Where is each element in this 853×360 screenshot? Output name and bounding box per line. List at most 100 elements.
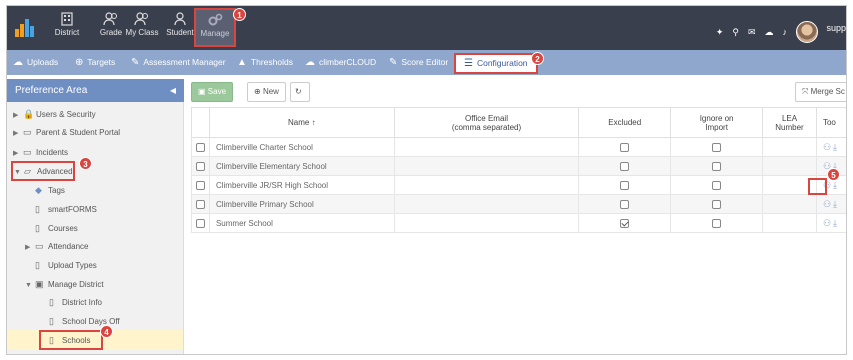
hierarchy-icon[interactable]: ⚇ [823, 218, 833, 228]
file-icon: ▯ [35, 223, 40, 233]
lea-cell[interactable] [762, 194, 817, 214]
download-icon[interactable]: ⤓ [833, 142, 839, 152]
school-name-cell[interactable]: Climberville Elementary School [208, 156, 395, 176]
table-row[interactable]: Climberville Elementary School ⚇⤓ [191, 156, 846, 176]
column-header-excluded[interactable]: Excluded [578, 107, 672, 138]
column-header-name[interactable]: Name ↑ [208, 107, 395, 138]
save-button[interactable]: ▣ Save [191, 82, 234, 102]
refresh-button[interactable]: ↻ [290, 82, 310, 102]
tree-item-advanced[interactable]: ▼ ▱ Advanced [11, 161, 75, 181]
table-row[interactable]: Summer School ⚇⤓ [191, 213, 846, 233]
subnav-score-editor[interactable]: ✎ Score Editor [389, 50, 448, 75]
column-header-ignore[interactable]: Ignore on Import [670, 107, 764, 138]
excluded-checkbox[interactable] [620, 218, 630, 228]
row-select-checkbox[interactable] [195, 161, 205, 171]
row-select-checkbox[interactable] [195, 180, 205, 190]
email-cell[interactable] [393, 194, 580, 214]
subnav-climbercloud[interactable]: ☁ climberCLOUD [305, 50, 376, 75]
search-icon[interactable]: ⚲ [732, 27, 739, 38]
bell-icon[interactable]: ♪ [783, 27, 788, 37]
ignore-on-import-checkbox[interactable] [712, 161, 722, 171]
chevron-down-icon[interactable]: ▼ [25, 277, 35, 295]
email-cell[interactable] [393, 175, 580, 195]
tree-item-label: Courses [48, 224, 78, 233]
file-icon: ▯ [35, 204, 40, 214]
subnav-uploads[interactable]: ☁ Uploads [13, 50, 58, 75]
chevron-right-icon[interactable]: ▶ [25, 239, 35, 257]
ignore-on-import-checkbox[interactable] [712, 180, 722, 190]
subnav-targets[interactable]: ⊕ Targets [75, 50, 115, 75]
table-row[interactable]: Climberville Charter School ⚇⤓ [191, 137, 846, 157]
email-cell[interactable] [393, 137, 580, 157]
ignore-cell [670, 137, 764, 157]
hierarchy-icon[interactable]: ⚇ [823, 199, 833, 209]
tree-item-smartforms[interactable]: ▯ smartFORMS [35, 200, 97, 218]
lea-cell[interactable] [762, 156, 817, 176]
ignore-on-import-checkbox[interactable] [712, 142, 722, 152]
row-select-checkbox[interactable] [195, 142, 205, 152]
tree-item-manage-district[interactable]: ▼ ▣ Manage District [25, 275, 104, 293]
tree-item-courses[interactable]: ▯ Courses [35, 219, 78, 237]
preference-area-header: Preference Area ◀ [7, 79, 184, 102]
subnav-uploads-label: Uploads [27, 57, 59, 67]
email-cell[interactable] [393, 156, 580, 176]
table-row[interactable]: Climberville JR/SR High School ⚇⤓ [191, 175, 846, 195]
ignore-on-import-checkbox[interactable] [712, 218, 722, 228]
mail-icon[interactable]: ✉ [748, 27, 756, 38]
tree-item-incidents[interactable]: ▶ ▭ Incidents [13, 143, 68, 161]
user-name[interactable]: suppor [826, 23, 846, 33]
tags-icon: ◆ [35, 185, 42, 195]
email-cell[interactable] [393, 213, 580, 233]
subnav-configuration[interactable]: ☰ Configuration [454, 53, 538, 74]
chevron-down-icon[interactable]: ▼ [14, 165, 24, 181]
tree-item-schools[interactable]: ▯ Schools [39, 330, 103, 350]
lea-cell[interactable] [762, 137, 817, 157]
app-logo-icon[interactable] [15, 17, 35, 37]
nav-district[interactable]: District [44, 9, 90, 47]
excluded-checkbox[interactable] [620, 161, 630, 171]
pencil-icon: ✎ [389, 57, 398, 68]
subnav-thresholds-label: Thresholds [250, 57, 293, 67]
tools-cell: ⚇⤓ [815, 213, 846, 233]
excluded-checkbox[interactable] [620, 199, 630, 209]
tree-item-district-info[interactable]: ▯ District Info [49, 293, 102, 311]
merge-schools-button[interactable]: ⤧ Merge Sc [795, 82, 846, 102]
school-name-cell[interactable]: Summer School [208, 213, 395, 233]
tools-icon[interactable]: ✦ [716, 27, 724, 38]
tree-item-attendance[interactable]: ▶ ▭ Attendance [25, 237, 88, 255]
lea-cell[interactable] [762, 213, 817, 233]
new-button[interactable]: ⊕ New [247, 82, 286, 102]
row-select-checkbox[interactable] [195, 218, 205, 228]
lock-icon: 🔒 [23, 109, 35, 119]
school-name-cell[interactable]: Climberville Charter School [208, 137, 395, 157]
tree-item-tags[interactable]: ◆ Tags [35, 181, 65, 199]
excluded-checkbox[interactable] [620, 142, 630, 152]
cloud-icon[interactable]: ☁ [765, 27, 774, 38]
school-name-cell[interactable]: Climberville JR/SR High School [208, 175, 395, 195]
school-name-cell[interactable]: Climberville Primary School [208, 194, 395, 214]
merge-button-label: Merge Sc [810, 87, 845, 96]
download-icon[interactable]: ⤓ [833, 199, 839, 209]
file-icon: ▯ [49, 316, 54, 326]
row-select-cell [191, 213, 210, 233]
nav-manage[interactable]: Manage [194, 8, 236, 47]
hierarchy-icon[interactable]: ⚇ [823, 142, 833, 152]
tree-item-users-security[interactable]: ▶ 🔒 Users & Security [13, 105, 96, 123]
subnav-assessment-manager[interactable]: ✎ Assessment Manager [131, 50, 226, 75]
tree-item-parent-student-portal[interactable]: ▶ ▭ Parent & Student Portal [13, 123, 120, 141]
callout-4: 4 [100, 325, 113, 338]
save-button-label: Save [207, 87, 227, 96]
avatar[interactable] [796, 21, 818, 43]
ignore-on-import-checkbox[interactable] [712, 199, 722, 209]
column-header-email[interactable]: Office Email (comma separated) [393, 107, 580, 138]
row-select-checkbox[interactable] [195, 199, 205, 209]
collapse-icon[interactable]: ◀ [170, 79, 176, 102]
subnav-thresholds[interactable]: ▲ Thresholds [237, 50, 293, 75]
chevron-right-icon[interactable]: ▶ [13, 125, 23, 143]
table-row[interactable]: Climberville Primary School ⚇⤓ [191, 194, 846, 214]
column-header-lea[interactable]: LEA Number [762, 107, 817, 138]
tree-item-upload-types[interactable]: ▯ Upload Types [35, 256, 97, 274]
download-icon[interactable]: ⤓ [833, 218, 839, 228]
tree-item-label: Users & Security [36, 110, 96, 119]
excluded-checkbox[interactable] [620, 180, 630, 190]
